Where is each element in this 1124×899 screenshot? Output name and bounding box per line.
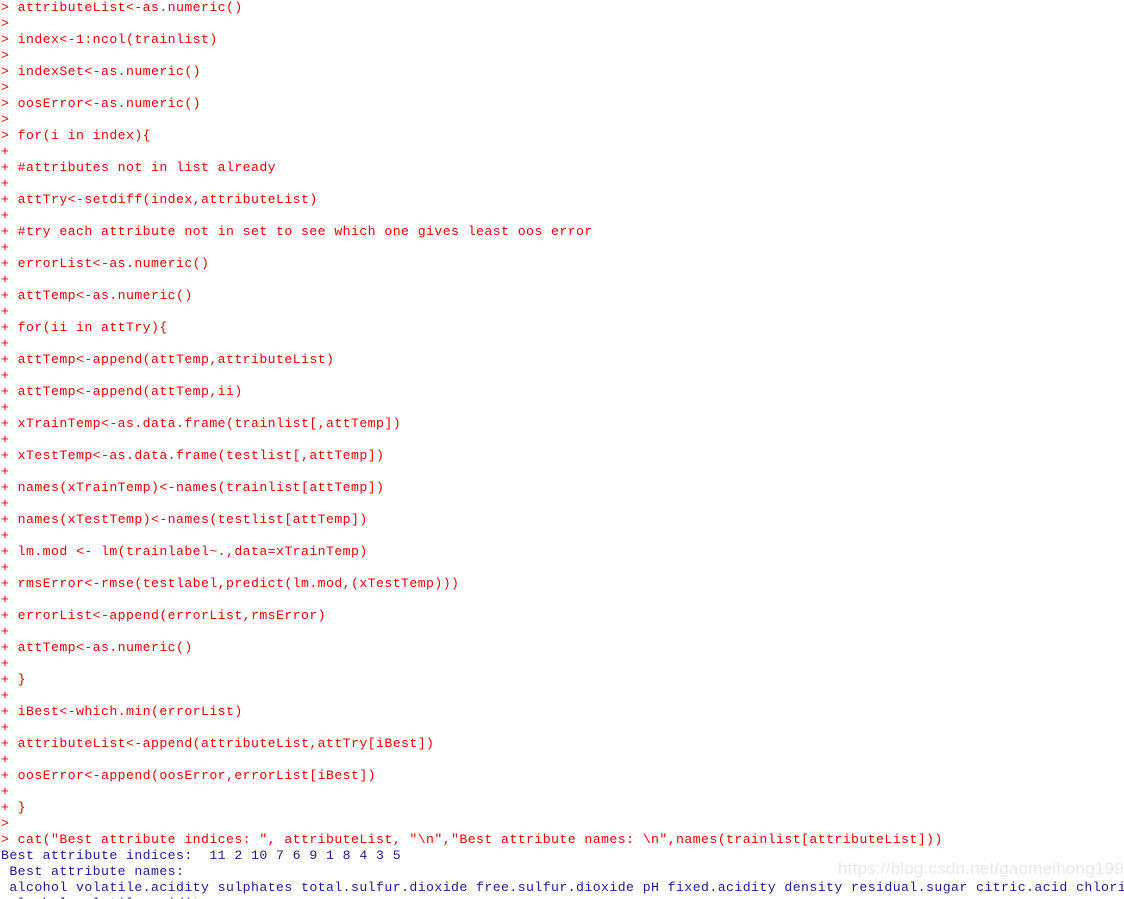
console-command-line: + — [1, 560, 10, 575]
console-command-line: > index<-1:ncol(trainlist) — [1, 32, 218, 47]
console-command-line: > for(i in index){ — [1, 128, 152, 143]
console-command-line: + — [1, 592, 10, 607]
console-command-line: + — [1, 624, 10, 639]
console-command-line: + — [1, 176, 10, 191]
console-command-line: + — [1, 496, 10, 511]
console-output-text: alcohol volatile.acidity sulphates total… — [1, 880, 1124, 895]
console-command-line: + lm.mod <- lm(trainlabel~.,data=xTrainT… — [1, 544, 368, 559]
console-command-line: + oosError<-append(oosError,errorList[iB… — [1, 768, 377, 783]
console-command-line: + errorList<-as.numeric() — [1, 256, 210, 271]
console-command-line: + — [1, 432, 10, 447]
console-command-line: + xTrainTemp<-as.data.frame(trainlist[,a… — [1, 416, 402, 431]
console-command-line: + — [1, 784, 10, 799]
console-command-line: + — [1, 304, 10, 319]
console-command-line: + — [1, 336, 10, 351]
console-command-line: + — [1, 368, 10, 383]
console-command-line: > attributeList<-as.numeric() — [1, 0, 243, 15]
console-command-line: + — [1, 400, 10, 415]
console-command-line: > oosError<-as.numeric() — [1, 96, 202, 111]
console-command-line: + — [1, 464, 10, 479]
console-command-line: + — [1, 528, 10, 543]
console-command-line: + — [1, 720, 10, 735]
console-command-line: + attributeList<-append(attributeList,at… — [1, 736, 435, 751]
console-command-line: + attTemp<-as.numeric() — [1, 640, 193, 655]
console-command-line: + #attributes not in list already — [1, 160, 277, 175]
console-command-line: + names(xTestTemp)<-names(testlist[attTe… — [1, 512, 368, 527]
console-command-line: > — [1, 80, 10, 95]
console-command-line: + errorList<-append(errorList,rmsError) — [1, 608, 327, 623]
console-command-line: + — [1, 208, 10, 223]
console-output-line: alcohol volatile.acidity sulphates total… — [0, 880, 1124, 896]
console-command-line: > — [1, 48, 10, 63]
console-command-line: + — [1, 688, 10, 703]
console-command-line: > indexSet<-as.numeric() — [1, 64, 202, 79]
console-command-line: > — [1, 16, 10, 31]
console-command-line: + — [1, 656, 10, 671]
console-command-line: + attTemp<-append(attTemp,attributeList) — [1, 352, 335, 367]
console-command-line: + } — [1, 672, 27, 687]
console-command-line: + #try each attribute not in set to see … — [1, 224, 593, 239]
r-console-output-pane[interactable]: > attributeList<-as.numeric() > > index<-1… — [0, 0, 1124, 899]
console-command-line: + iBest<-which.min(errorList) — [1, 704, 243, 719]
console-command-line: + names(xTrainTemp)<-names(trainlist[att… — [1, 480, 385, 495]
console-command-line: + — [1, 272, 10, 287]
console-command-line: + rmsError<-rmse(testlabel,predict(lm.mo… — [1, 576, 460, 591]
console-command-line: + attTemp<-as.numeric() — [1, 288, 193, 303]
console-command-line: + — [1, 240, 10, 255]
console-command-line: + for(ii in attTry){ — [1, 320, 168, 335]
console-command-line: > cat("Best attribute indices: ", attrib… — [1, 832, 943, 847]
console-command-line: + attTry<-setdiff(index,attributeList) — [1, 192, 318, 207]
console-command-line: + xTestTemp<-as.data.frame(testlist[,att… — [1, 448, 385, 463]
console-output-line: Best attribute names: — [1, 864, 185, 879]
console-command-line: + — [1, 144, 10, 159]
console-command-line: > — [1, 816, 10, 831]
console-command-line: + } — [1, 800, 27, 815]
console-command-line: > — [1, 112, 10, 127]
console-command-line: + attTemp<-append(attTemp,ii) — [1, 384, 243, 399]
console-output-line: Best attribute indices: 11 2 10 7 6 9 1 … — [1, 848, 402, 863]
console-command-line: + — [1, 752, 10, 767]
